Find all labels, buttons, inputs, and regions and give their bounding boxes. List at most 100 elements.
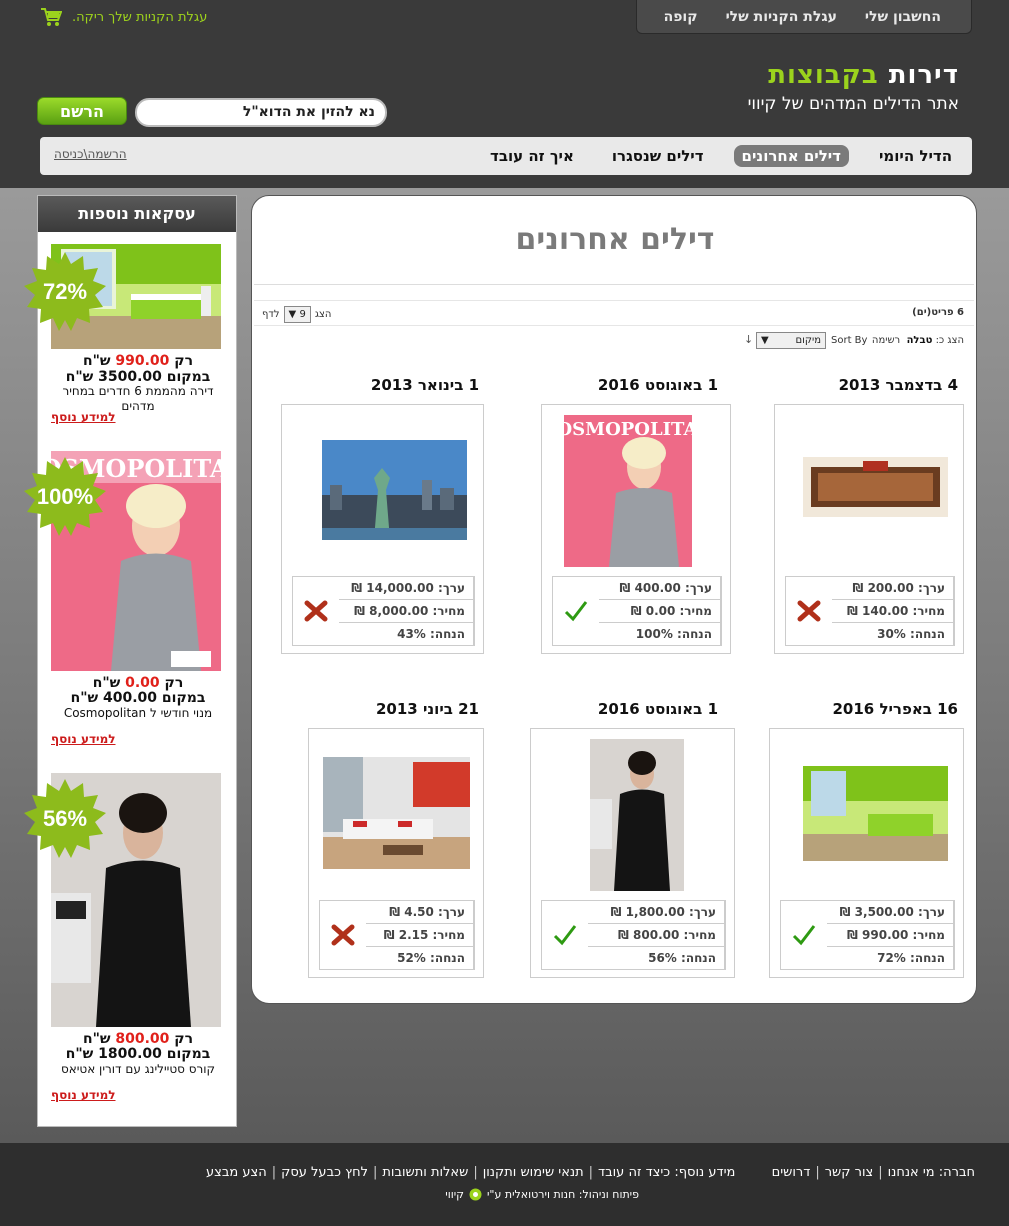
footer-terms-link[interactable]: תנאי שימוש ותקנון <box>483 1165 584 1180</box>
register-button[interactable]: הרשם <box>37 97 127 125</box>
deal-price: מחיר: 140.00 ₪ <box>832 600 953 623</box>
footer-about-link[interactable]: מי אנחנו <box>888 1165 935 1180</box>
deal-description: קורס סטיילינג עם דורין אטיאס <box>60 1062 216 1076</box>
deal-value: ערך: 400.00 ₪ <box>599 577 720 600</box>
more-info-link[interactable]: למידע נוסף <box>51 1088 116 1102</box>
deal-discount: הנחה: 100% <box>635 627 712 641</box>
deal-date: 4 בדצמבר 2013 <box>838 376 958 394</box>
site-tagline: אתר הדילים המדהים של קיווי <box>747 94 959 114</box>
svg-text:COSMOPOLITAN: COSMOPOLITAN <box>564 419 692 440</box>
deal-card[interactable]: ערך: 200.00 ₪ מחיר: 140.00 ₪ הנחה: 30% <box>774 404 964 654</box>
email-input[interactable]: נא להזין את הדוא"ל <box>135 98 387 127</box>
deal-info-table: ערך: 14,000.00 ₪ מחיר: 8,000.00 ₪ הנחה: … <box>292 576 475 646</box>
deal-date: 16 באפריל 2016 <box>832 700 958 718</box>
chevron-down-icon: ▼ <box>288 309 297 320</box>
deal-price: מחיר: 8,000.00 ₪ <box>339 600 473 623</box>
cross-icon <box>786 577 832 645</box>
sort-by-label: Sort By <box>831 335 868 346</box>
main-nav: הדיל היומי דילים אחרונים דילים שנסגרו אי… <box>40 137 972 175</box>
cross-icon <box>320 901 366 969</box>
footer-background <box>0 1143 1009 1226</box>
deal-value: ערך: 3,500.00 ₪ <box>827 901 953 924</box>
per-page-suffix: לדף <box>262 309 280 320</box>
recent-deals-panel: דילים אחרונים 6 פריט(ים) לדף ▼ 9 הצג הצג… <box>251 195 977 1004</box>
deal-card[interactable]: ערך: 1,800.00 ₪ מחיר: 800.00 ₪ הנחה: 56% <box>530 728 735 978</box>
cross-icon <box>293 577 339 645</box>
per-page-control: לדף ▼ 9 הצג <box>262 306 331 323</box>
deal-date: 21 ביוני 2013 <box>376 700 479 718</box>
sort-toolbar: הצג כ: טבלה רשימה Sort By מיקום ▼ ↓ <box>254 332 974 352</box>
shopping-cart-icon <box>41 8 62 26</box>
footer-jobs-link[interactable]: דרושים <box>772 1165 811 1180</box>
discount-percent: 56% <box>42 806 88 831</box>
per-page-select[interactable]: ▼ 9 <box>283 306 311 323</box>
cart-status-text: עגלת הקניות שלך ריקה. <box>72 9 208 25</box>
stylist-photo-image[interactable] <box>562 739 710 891</box>
restaurant-website-image[interactable] <box>803 417 948 562</box>
my-account-link[interactable]: החשבון שלי <box>865 9 941 25</box>
deal-price: מחיר: 2.15 ₪ <box>366 924 473 947</box>
footer-credit-brand-link[interactable]: קיווי <box>445 1188 464 1201</box>
more-info-link[interactable]: למידע נוסף <box>51 732 116 746</box>
discount-badge: 72% <box>23 250 107 334</box>
footer-credit: פיתוח וניהול: חנות וירטואלית ע"י קיווי <box>445 1188 639 1201</box>
nav-closed-deals[interactable]: דילים שנסגרו <box>604 145 712 167</box>
more-deals-sidebar: עסקאות נוספות 72% רק 990.00 ש"ח במקום 35… <box>24 195 237 1127</box>
logo-word-green: בקבוצות <box>768 60 879 90</box>
deal-info-table: ערך: 4.50 ₪ מחיר: 2.15 ₪ הנחה: 52% <box>319 900 475 970</box>
green-bedroom-image[interactable] <box>803 739 948 889</box>
view-list-option[interactable]: רשימה <box>872 335 900 346</box>
login-register-link[interactable]: הרשמה\כניסה <box>54 147 127 161</box>
cart-status[interactable]: עגלת הקניות שלך ריקה. <box>40 6 207 28</box>
footer-contact-link[interactable]: צור קשר <box>825 1165 874 1180</box>
check-icon <box>542 901 588 969</box>
nav-daily-deal[interactable]: הדיל היומי <box>871 145 960 167</box>
nav-how-it-works[interactable]: איך זה עובד <box>482 145 582 167</box>
footer-company-label: חברה: <box>938 1165 975 1180</box>
footer-business-link[interactable]: לחץ כבעל עסק <box>281 1165 368 1180</box>
site-logo[interactable]: דירות בקבוצות אתר הדילים המדהים של קיווי <box>748 60 959 114</box>
account-bar: החשבון שלי עגלת הקניות שלי קופה <box>636 0 972 34</box>
check-icon <box>781 901 827 969</box>
deal-discount: הנחה: 43% <box>397 627 465 641</box>
discount-badge: 56% <box>23 777 107 861</box>
footer-faq-link[interactable]: שאלות ותשובות <box>382 1165 468 1180</box>
view-grid-option[interactable]: טבלה <box>907 335 933 346</box>
deal-value: ערך: 1,800.00 ₪ <box>588 901 724 924</box>
more-info-link[interactable]: למידע נוסף <box>51 410 116 424</box>
page-title: דילים אחרונים <box>515 222 715 257</box>
deal-card[interactable]: ערך: 14,000.00 ₪ מחיר: 8,000.00 ₪ הנחה: … <box>281 404 484 654</box>
discount-badge: 100% <box>23 455 107 539</box>
discount-percent: 100% <box>36 484 94 509</box>
deal-date: 1 באוגוסט 2016 <box>597 376 718 394</box>
footer-how-link[interactable]: כיצד זה עובד <box>598 1165 670 1180</box>
deal-card[interactable]: ערך: 3,500.00 ₪ מחיר: 990.00 ₪ הנחה: 72% <box>769 728 964 978</box>
item-count: 6 פריט(ים) <box>912 307 964 318</box>
nav-recent-deals[interactable]: דילים אחרונים <box>733 145 850 167</box>
footer-credit-text: פיתוח וניהול: חנות וירטואלית ע"י <box>486 1188 639 1201</box>
logo-word-white: דירות <box>888 60 959 90</box>
divider <box>254 284 974 285</box>
deal-info-table: ערך: 1,800.00 ₪ מחיר: 800.00 ₪ הנחה: 56% <box>541 900 726 970</box>
deal-date: 1 באוגוסט 2016 <box>597 700 718 718</box>
deal-discount: הנחה: 72% <box>877 951 945 965</box>
my-cart-link[interactable]: עגלת הקניות שלי <box>726 9 837 25</box>
discount-percent: 72% <box>42 279 88 304</box>
magazine-cover-image[interactable]: COSMOPOLITAN <box>564 415 692 567</box>
deal-description: מנוי חודשי ל Cosmopolitan <box>63 706 213 720</box>
footer-offer-link[interactable]: הצע מבצע <box>206 1165 267 1180</box>
deal-card[interactable]: ערך: 4.50 ₪ מחיר: 2.15 ₪ הנחה: 52% <box>308 728 484 978</box>
new-york-skyline-image[interactable] <box>322 440 467 540</box>
checkout-link[interactable]: קופה <box>664 9 698 25</box>
sort-direction-arrow-icon[interactable]: ↓ <box>744 333 753 346</box>
view-mode-control: הצג כ: טבלה רשימה <box>871 335 964 346</box>
deal-card[interactable]: COSMOPOLITAN ערך: 400.00 ₪ מחיר: 0.00 ₪ … <box>541 404 731 654</box>
per-page-label: הצג <box>314 309 332 320</box>
deal-info-table: ערך: 200.00 ₪ מחיר: 140.00 ₪ הנחה: 30% <box>785 576 955 646</box>
chevron-down-icon: ▼ <box>761 335 769 346</box>
deal-original-price: במקום 3500.00 ש"ח <box>65 369 211 385</box>
deal-info-table: ערך: 3,500.00 ₪ מחיר: 990.00 ₪ הנחה: 72% <box>780 900 955 970</box>
pager-toolbar: 6 פריט(ים) לדף ▼ 9 הצג <box>254 300 974 326</box>
modern-living-room-image[interactable] <box>323 757 470 869</box>
sort-select[interactable]: מיקום ▼ <box>756 332 826 349</box>
